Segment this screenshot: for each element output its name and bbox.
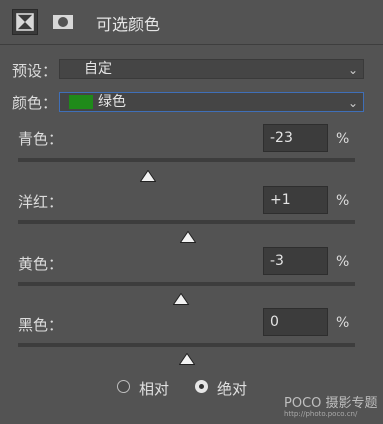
- chevron-down-icon: ⌄: [347, 63, 358, 77]
- yellow-slider-track[interactable]: [18, 282, 355, 286]
- adjustment-layer-icon[interactable]: [12, 9, 38, 35]
- colors-value: 绿色: [98, 94, 126, 110]
- relative-label: 相对: [139, 380, 170, 398]
- magenta-slider-track[interactable]: [18, 220, 355, 224]
- absolute-radio[interactable]: [195, 380, 208, 393]
- absolute-option[interactable]: 绝对: [195, 378, 255, 398]
- magenta-input[interactable]: +1: [263, 186, 328, 214]
- black-label: 黑色：: [18, 316, 64, 334]
- preset-dropdown[interactable]: 自定 ⌄: [59, 59, 364, 79]
- black-slider-thumb[interactable]: [178, 350, 195, 365]
- layer-mask-icon[interactable]: [50, 9, 76, 35]
- black-percent: %: [336, 315, 350, 331]
- preset-label: 预设：: [12, 62, 58, 80]
- watermark-url: http://photo.poco.cn/: [284, 410, 358, 418]
- panel-title: 可选颜色: [96, 15, 161, 34]
- header-divider: [0, 44, 383, 45]
- magenta-label: 洋红：: [18, 193, 64, 211]
- relative-option[interactable]: 相对: [117, 378, 177, 398]
- yellow-percent: %: [336, 254, 350, 270]
- yellow-label: 黄色：: [18, 255, 64, 273]
- magenta-percent: %: [336, 193, 350, 209]
- yellow-input[interactable]: -3: [263, 247, 328, 275]
- cyan-percent: %: [336, 131, 350, 147]
- watermark-brand: POCO 摄影专题: [284, 396, 378, 411]
- color-swatch: [69, 95, 93, 109]
- black-slider-track[interactable]: [18, 343, 355, 347]
- colors-dropdown[interactable]: 绿色 ⌄: [59, 92, 364, 112]
- relative-radio[interactable]: [117, 380, 130, 393]
- watermark: POCO 摄影专题 http://photo.poco.cn/: [284, 392, 379, 422]
- magenta-slider-thumb[interactable]: [179, 228, 197, 243]
- colors-label: 颜色：: [12, 94, 58, 112]
- absolute-label: 绝对: [217, 380, 248, 398]
- black-input[interactable]: 0: [263, 308, 328, 336]
- cyan-slider-thumb[interactable]: [139, 167, 157, 182]
- preset-value: 自定: [84, 61, 112, 77]
- yellow-slider-thumb[interactable]: [172, 290, 190, 305]
- cyan-label: 青色：: [18, 130, 64, 148]
- chevron-down-icon: ⌄: [347, 96, 358, 110]
- cyan-input[interactable]: -23: [263, 124, 328, 152]
- cyan-slider-track[interactable]: [18, 158, 355, 162]
- panel-header: 可选颜色: [0, 0, 383, 44]
